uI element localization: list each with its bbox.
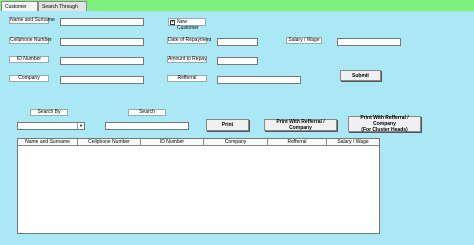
name-input[interactable]: [60, 18, 144, 26]
tab-search-through-loans[interactable]: Search Through Loans: [38, 1, 87, 20]
new-customer-label: New Customer: [177, 19, 199, 31]
column-header-cellphone[interactable]: Cellphone Number: [78, 139, 141, 146]
search-by-label: Search By: [30, 109, 68, 116]
search-label: Search: [128, 109, 166, 116]
company-input[interactable]: [60, 76, 144, 84]
tab-bar: Customer Details Search Through Loans: [0, 0, 474, 20]
repayment-date-label: Date of Repayment: [167, 37, 212, 44]
id-number-label: ID Number: [9, 56, 49, 63]
print-button[interactable]: Print: [206, 119, 249, 131]
cellphone-label: Cellphone Number: [9, 37, 52, 44]
column-header-salary[interactable]: Salary / Wage: [327, 139, 379, 146]
salary-input[interactable]: [337, 38, 401, 46]
column-header-company[interactable]: Company: [204, 139, 268, 146]
print-cluster-line2: (For Cluster Heads): [361, 127, 408, 133]
chevron-down-icon[interactable]: ▼: [77, 123, 84, 129]
amount-input[interactable]: [217, 57, 258, 65]
amount-label: Amount to Repay: [167, 56, 207, 63]
repayment-date-input[interactable]: [217, 38, 258, 46]
new-customer-checkbox[interactable]: ✓ New Customer: [168, 18, 206, 31]
column-header-id-number[interactable]: ID Number: [141, 139, 204, 146]
print-cluster-line1: Print With Refferral / Company: [360, 115, 409, 127]
referral-input[interactable]: [217, 76, 301, 84]
id-number-input[interactable]: [60, 57, 144, 65]
referral-label: Refferral: [167, 75, 207, 82]
salary-label: Salary / Wage: [286, 37, 322, 44]
print-with-referral-button[interactable]: Print With Refferral / Company: [264, 119, 337, 131]
company-label: Company: [9, 75, 49, 82]
search-by-select[interactable]: ▼: [17, 122, 85, 130]
tab-customer-details[interactable]: Customer Details: [1, 1, 38, 20]
name-label: Name and Surname: [9, 17, 55, 24]
results-table[interactable]: Name and Surname Cellphone Number ID Num…: [17, 138, 380, 234]
column-header-name[interactable]: Name and Surname: [18, 139, 78, 146]
checkbox-tick[interactable]: ✓: [170, 20, 175, 25]
search-input[interactable]: [105, 122, 189, 130]
submit-button[interactable]: Submit: [340, 70, 381, 81]
column-header-referral[interactable]: Refferral: [268, 139, 327, 146]
print-for-cluster-heads-button[interactable]: Print With Refferral / Company (For Clus…: [348, 115, 421, 133]
cellphone-input[interactable]: [60, 38, 144, 46]
